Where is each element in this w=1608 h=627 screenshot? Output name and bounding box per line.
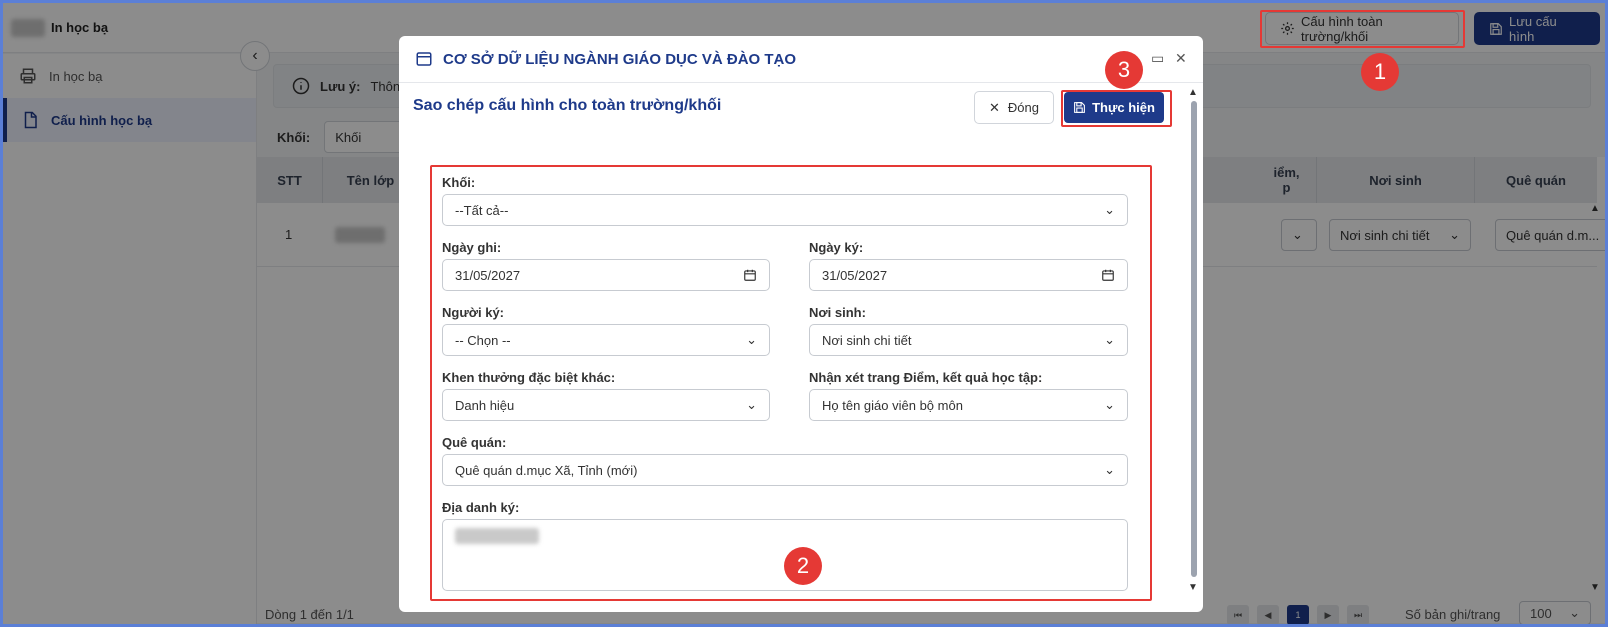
close-button-label: Đóng: [1007, 100, 1039, 115]
scroll-down-icon: ▼: [1188, 582, 1198, 593]
highlight-form: [430, 165, 1152, 601]
scroll-up-icon: ▲: [1188, 87, 1198, 98]
annotation-marker-3: 3: [1105, 51, 1143, 89]
highlight-config-button: [1260, 10, 1465, 48]
annotation-marker-2: 2: [784, 547, 822, 585]
dialog-subtitle: Sao chép cấu hình cho toàn trường/khối: [413, 97, 722, 114]
app-window: In học bạ Cấu hình toàn trường/khối Lưu …: [3, 3, 1605, 624]
annotation-marker-1: 1: [1361, 53, 1399, 91]
close-x-icon: ✕: [989, 99, 1000, 115]
dialog-header: CƠ SỞ DỮ LIỆU NGÀNH GIÁO DỤC VÀ ĐÀO TẠO: [399, 36, 1203, 83]
dialog-scrollbar[interactable]: ▲ ▼: [1188, 87, 1200, 593]
window-icon: [415, 50, 433, 68]
screenshot-frame: In học bạ Cấu hình toàn trường/khối Lưu …: [0, 0, 1608, 627]
scroll-thumb[interactable]: [1191, 101, 1197, 577]
close-icon[interactable]: ✕: [1175, 50, 1187, 67]
close-button[interactable]: ✕ Đóng: [974, 91, 1054, 124]
maximize-icon[interactable]: ▭: [1151, 50, 1164, 67]
highlight-execute-button: [1061, 90, 1172, 127]
dialog-title: CƠ SỞ DỮ LIỆU NGÀNH GIÁO DỤC VÀ ĐÀO TẠO: [443, 50, 797, 68]
